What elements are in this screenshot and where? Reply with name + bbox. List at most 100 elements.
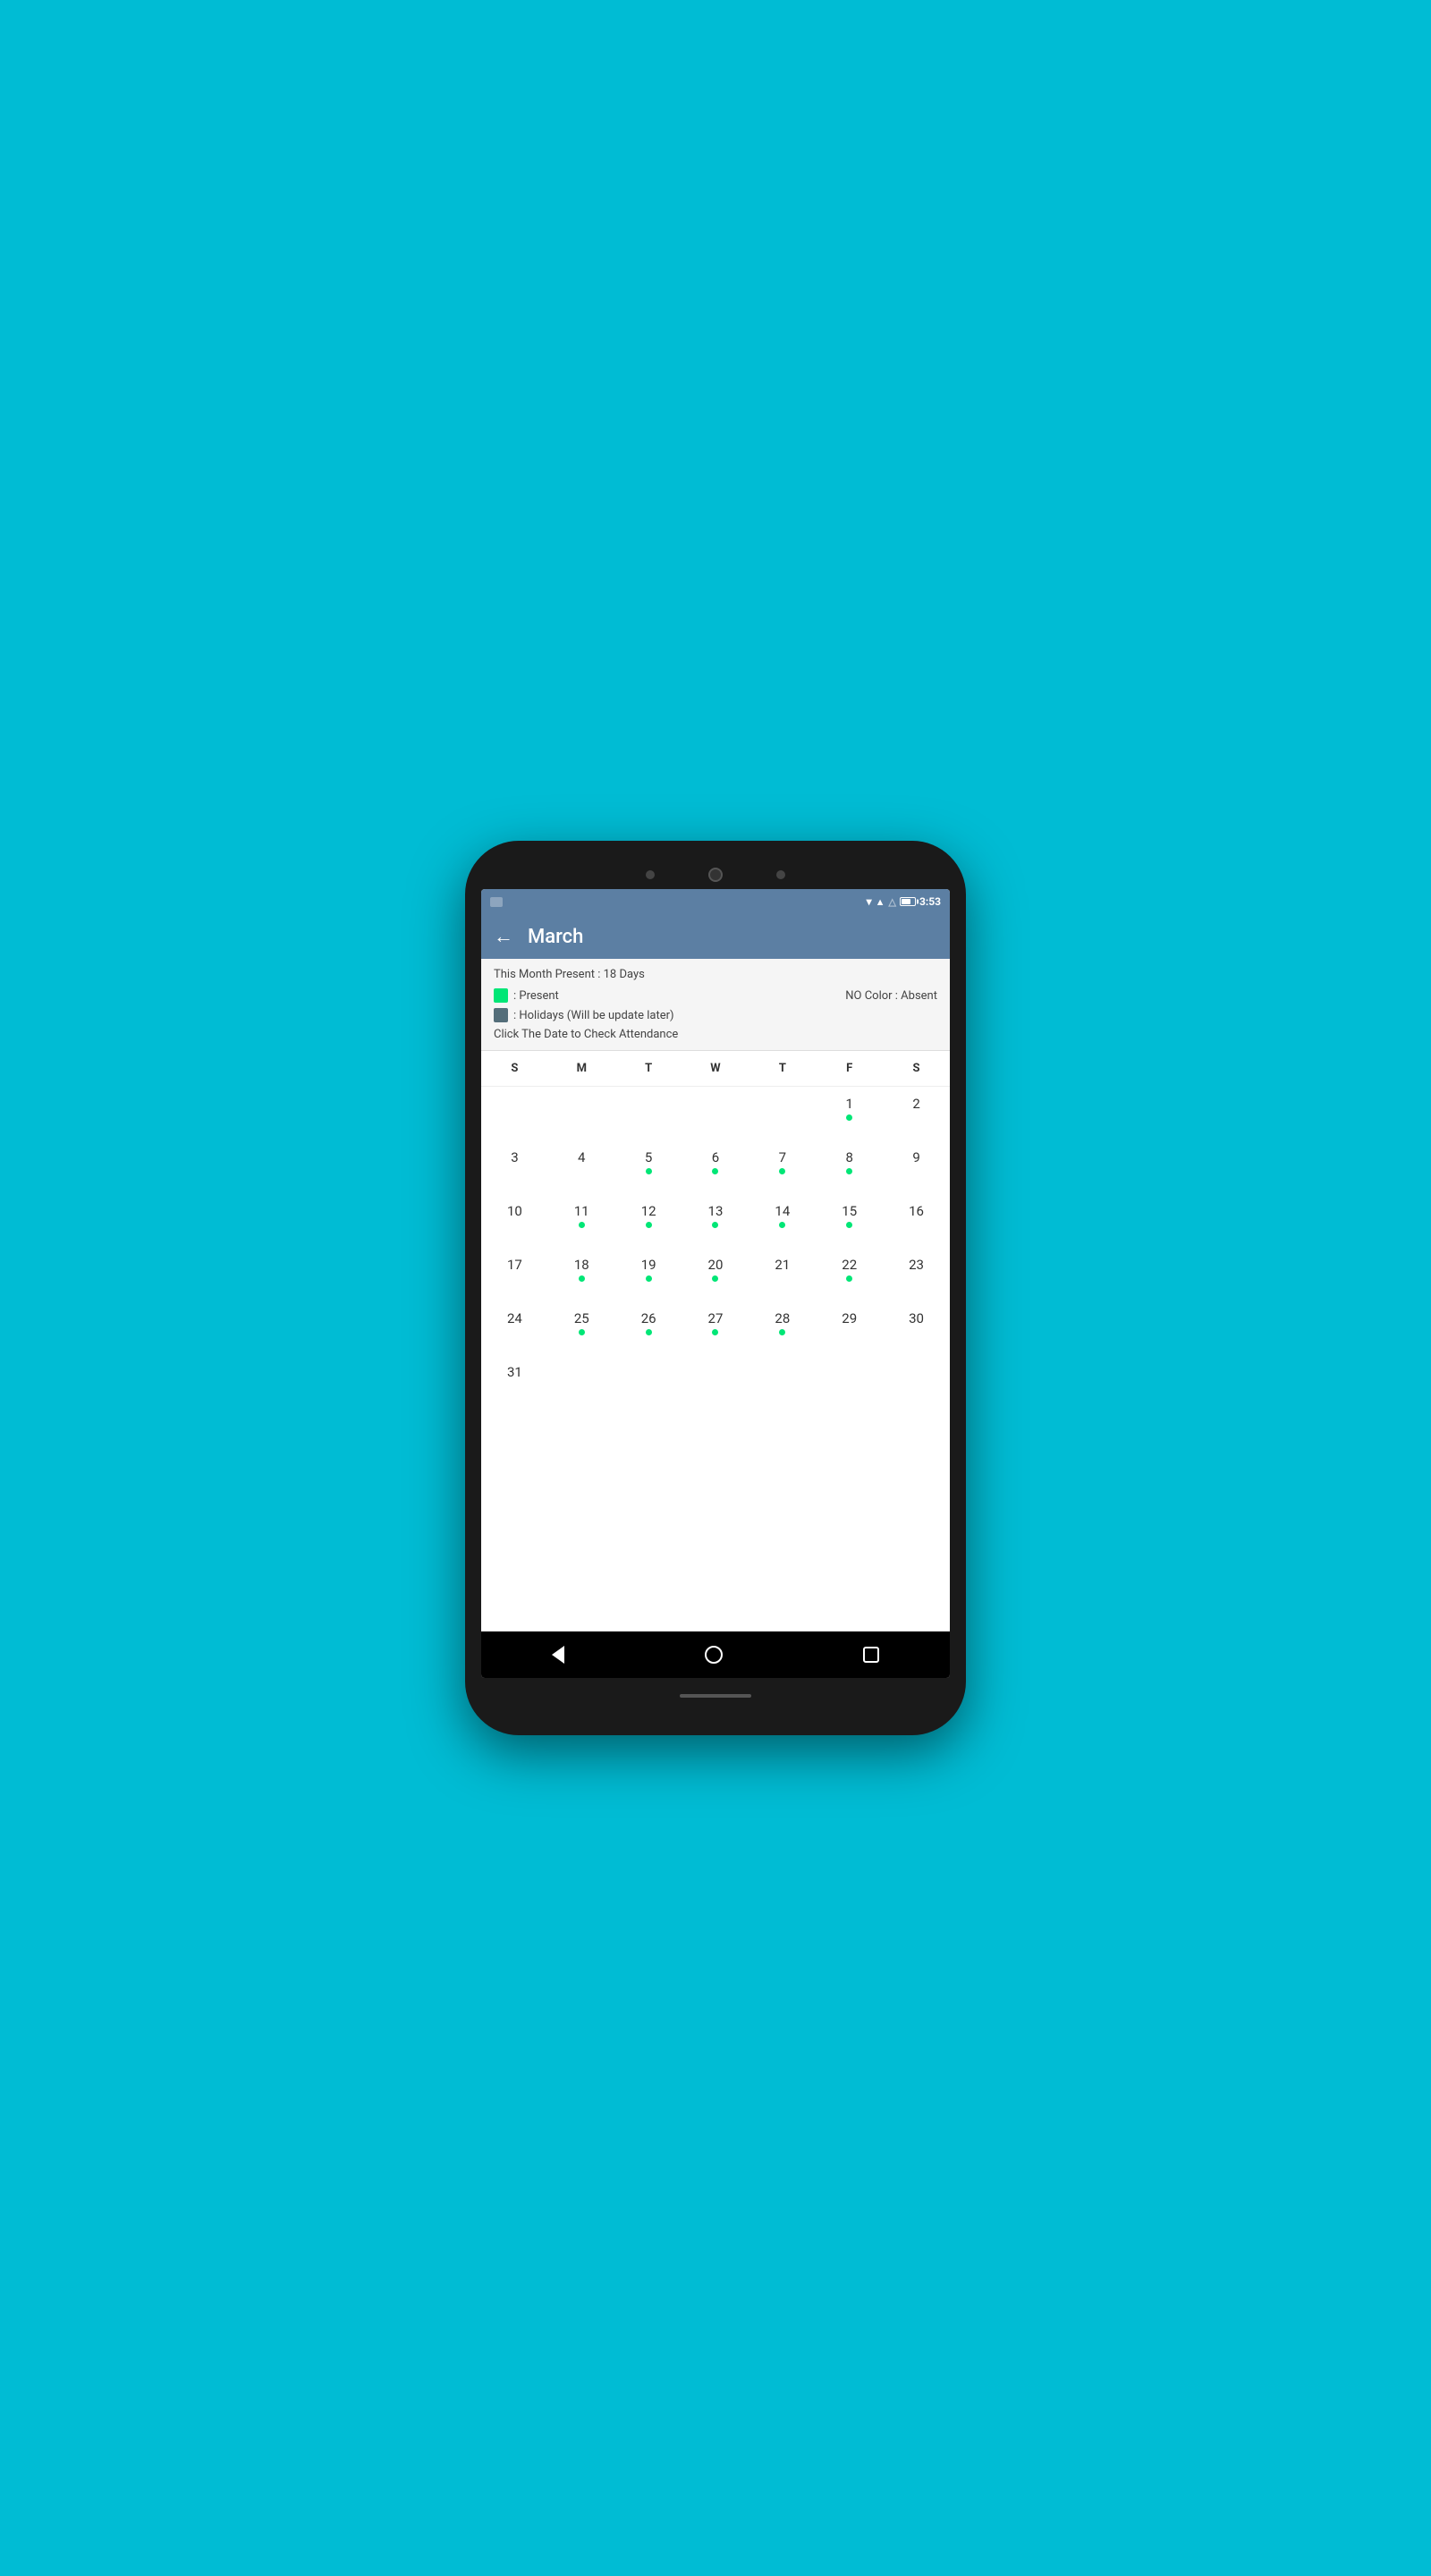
front-camera bbox=[708, 868, 723, 882]
calendar-cell-date[interactable]: 4 bbox=[548, 1140, 615, 1194]
present-dot bbox=[646, 1222, 652, 1228]
present-dot bbox=[646, 1275, 652, 1282]
back-button[interactable]: ← bbox=[494, 925, 513, 948]
date-number: 8 bbox=[845, 1149, 852, 1165]
phone-device: ▾ ▲ △ 3:53 ← March This Month Present : … bbox=[465, 841, 966, 1735]
calendar-cell-date[interactable]: 15 bbox=[816, 1194, 883, 1248]
calendar-cell-empty bbox=[883, 1355, 950, 1409]
calendar-cell-date[interactable]: 26 bbox=[615, 1301, 682, 1355]
calendar-cell-date[interactable]: 21 bbox=[749, 1248, 816, 1301]
legend-holiday-row: : Holidays (Will be update later) bbox=[494, 1008, 937, 1022]
calendar-cell-date[interactable]: 1 bbox=[816, 1087, 883, 1140]
calendar-cell-date[interactable]: 23 bbox=[883, 1248, 950, 1301]
signal-icon-2: △ bbox=[888, 896, 895, 908]
home-indicator bbox=[680, 1694, 751, 1698]
date-number: 26 bbox=[641, 1310, 656, 1326]
speaker-dot bbox=[646, 870, 655, 879]
status-bar-left bbox=[490, 897, 503, 907]
date-number: 21 bbox=[775, 1257, 790, 1273]
battery-fill bbox=[902, 899, 911, 904]
calendar-cell-date[interactable]: 28 bbox=[749, 1301, 816, 1355]
status-bar-right: ▾ ▲ △ 3:53 bbox=[867, 895, 941, 908]
present-dot bbox=[846, 1222, 852, 1228]
nav-back-icon bbox=[552, 1646, 564, 1664]
nav-recent-button[interactable] bbox=[863, 1647, 879, 1663]
date-number: 24 bbox=[507, 1310, 522, 1326]
nav-bar bbox=[481, 1631, 950, 1678]
click-instruction: Click The Date to Check Attendance bbox=[494, 1028, 937, 1041]
calendar-cell-date[interactable]: 11 bbox=[548, 1194, 615, 1248]
calendar-cell-empty bbox=[548, 1087, 615, 1140]
calendar-cell-date[interactable]: 13 bbox=[682, 1194, 749, 1248]
date-number: 2 bbox=[912, 1096, 919, 1112]
date-number: 7 bbox=[779, 1149, 786, 1165]
nav-back-button[interactable] bbox=[552, 1646, 564, 1664]
nav-home-button[interactable] bbox=[705, 1646, 723, 1664]
date-number: 11 bbox=[574, 1203, 589, 1219]
calendar-cell-date[interactable]: 8 bbox=[816, 1140, 883, 1194]
notification-icon bbox=[490, 897, 503, 907]
day-header-mon: M bbox=[548, 1058, 615, 1079]
calendar-cell-empty bbox=[682, 1355, 749, 1409]
date-number: 25 bbox=[574, 1310, 589, 1326]
app-header: ← March bbox=[481, 914, 950, 959]
present-dot bbox=[779, 1329, 785, 1335]
calendar-cell-date[interactable]: 31 bbox=[481, 1355, 548, 1409]
phone-top-bar bbox=[481, 868, 950, 882]
calendar-day-headers: S M T W T F S bbox=[481, 1051, 950, 1087]
date-number: 13 bbox=[708, 1203, 724, 1219]
day-header-wed: W bbox=[682, 1058, 749, 1079]
date-number: 15 bbox=[842, 1203, 857, 1219]
present-dot bbox=[712, 1275, 718, 1282]
calendar-section: S M T W T F S 12345678910111213141516171… bbox=[481, 1051, 950, 1631]
date-number: 23 bbox=[909, 1257, 924, 1273]
date-number: 10 bbox=[507, 1203, 522, 1219]
calendar-cell-date[interactable]: 3 bbox=[481, 1140, 548, 1194]
present-color-box bbox=[494, 988, 508, 1003]
present-dot bbox=[712, 1222, 718, 1228]
present-dot bbox=[579, 1329, 585, 1335]
day-header-sun: S bbox=[481, 1058, 548, 1079]
present-dot bbox=[712, 1168, 718, 1174]
present-dot bbox=[646, 1329, 652, 1335]
calendar-cell-date[interactable]: 18 bbox=[548, 1248, 615, 1301]
day-header-sat: S bbox=[883, 1058, 950, 1079]
calendar-cell-date[interactable]: 30 bbox=[883, 1301, 950, 1355]
calendar-cell-date[interactable]: 7 bbox=[749, 1140, 816, 1194]
status-bar: ▾ ▲ △ 3:53 bbox=[481, 889, 950, 914]
day-header-fri: F bbox=[816, 1058, 883, 1079]
date-number: 5 bbox=[645, 1149, 652, 1165]
calendar-cell-date[interactable]: 10 bbox=[481, 1194, 548, 1248]
present-dot bbox=[646, 1168, 652, 1174]
calendar-cell-date[interactable]: 20 bbox=[682, 1248, 749, 1301]
date-number: 17 bbox=[507, 1257, 522, 1273]
calendar-cell-date[interactable]: 16 bbox=[883, 1194, 950, 1248]
calendar-cell-date[interactable]: 5 bbox=[615, 1140, 682, 1194]
calendar-cell-date[interactable]: 9 bbox=[883, 1140, 950, 1194]
calendar-cell-date[interactable]: 24 bbox=[481, 1301, 548, 1355]
date-number: 18 bbox=[574, 1257, 589, 1273]
date-number: 28 bbox=[775, 1310, 790, 1326]
present-dot bbox=[579, 1275, 585, 1282]
day-header-thu: T bbox=[749, 1058, 816, 1079]
calendar-cell-empty bbox=[749, 1355, 816, 1409]
holiday-color-box bbox=[494, 1008, 508, 1022]
date-number: 27 bbox=[708, 1310, 724, 1326]
date-number: 19 bbox=[641, 1257, 656, 1273]
date-number: 4 bbox=[578, 1149, 585, 1165]
calendar-cell-date[interactable]: 17 bbox=[481, 1248, 548, 1301]
calendar-cell-date[interactable]: 12 bbox=[615, 1194, 682, 1248]
calendar-cell-date[interactable]: 14 bbox=[749, 1194, 816, 1248]
calendar-cell-date[interactable]: 29 bbox=[816, 1301, 883, 1355]
calendar-cell-date[interactable]: 27 bbox=[682, 1301, 749, 1355]
nav-recent-icon bbox=[863, 1647, 879, 1663]
calendar-cell-date[interactable]: 6 bbox=[682, 1140, 749, 1194]
date-number: 1 bbox=[845, 1096, 852, 1112]
present-dot bbox=[779, 1168, 785, 1174]
calendar-cell-date[interactable]: 22 bbox=[816, 1248, 883, 1301]
calendar-cell-date[interactable]: 25 bbox=[548, 1301, 615, 1355]
calendar-cell-date[interactable]: 2 bbox=[883, 1087, 950, 1140]
date-number: 31 bbox=[507, 1364, 522, 1380]
date-number: 29 bbox=[842, 1310, 857, 1326]
calendar-cell-date[interactable]: 19 bbox=[615, 1248, 682, 1301]
